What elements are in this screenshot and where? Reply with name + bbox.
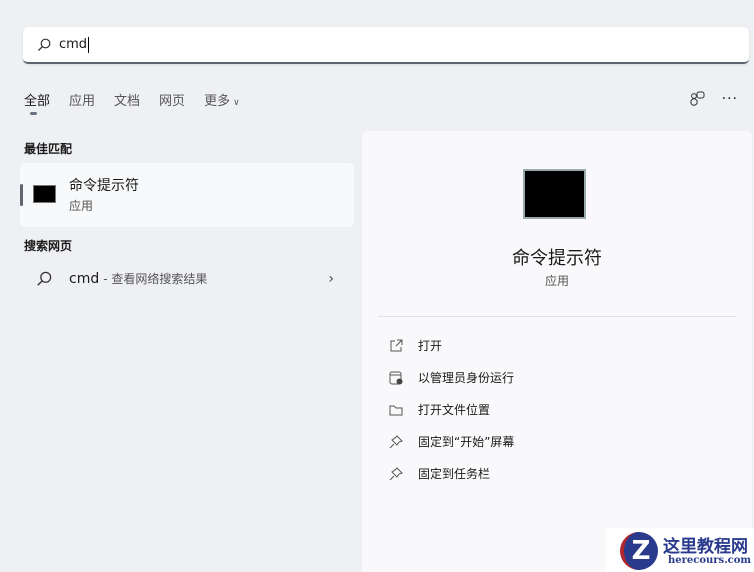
action-label: 以管理员身份运行	[418, 371, 515, 385]
best-match-heading: 最佳匹配	[24, 142, 73, 156]
search-icon	[38, 38, 51, 51]
more-options-icon[interactable]: ···	[722, 91, 738, 107]
pin-icon	[389, 466, 403, 480]
tab-apps[interactable]: 应用	[69, 90, 95, 109]
selection-indicator	[20, 184, 23, 206]
divider	[378, 316, 736, 317]
pin-icon	[389, 434, 403, 448]
watermark-url: herecours.com	[668, 555, 752, 566]
search-box[interactable]: cmd	[23, 27, 749, 64]
best-match-type: 应用	[69, 199, 94, 213]
action-label: 打开文件位置	[418, 403, 491, 417]
watermark-logo: Z 这里教程网 herecours.com	[606, 528, 754, 572]
open-icon	[390, 339, 403, 351]
command-prompt-large-icon	[523, 169, 586, 219]
filter-tabs: 全部 应用 文档 网页 更多 ∨	[24, 90, 259, 115]
detail-panel: 命令提示符 应用 打开 以管理员身份运行 打开文件位置 固定到“开始”屏幕 固定…	[362, 131, 752, 572]
detail-title: 命令提示符	[512, 248, 602, 269]
account-switch-icon[interactable]	[688, 90, 706, 108]
admin-shield-icon	[389, 371, 403, 384]
detail-type: 应用	[544, 274, 569, 288]
action-open[interactable]: 打开	[388, 337, 442, 354]
action-label: 固定到任务栏	[418, 467, 491, 481]
tab-web[interactable]: 网页	[159, 90, 185, 109]
chevron-down-icon: ∨	[233, 98, 240, 108]
web-search-item[interactable]: cmd - 查看网络搜索结果 ›	[36, 270, 336, 287]
tab-all[interactable]: 全部	[24, 90, 50, 115]
watermark-name: 这里教程网	[663, 537, 748, 557]
web-query: cmd	[69, 270, 100, 287]
action-label: 固定到“开始”屏幕	[418, 435, 515, 449]
folder-icon	[389, 405, 403, 415]
action-open-file-location[interactable]: 打开文件位置	[388, 401, 490, 418]
web-suffix: - 查看网络搜索结果	[103, 272, 208, 286]
command-prompt-icon	[33, 185, 56, 203]
search-icon	[37, 271, 52, 286]
tab-more[interactable]: 更多 ∨	[204, 90, 240, 109]
tab-documents[interactable]: 文档	[114, 90, 140, 109]
text-caret	[88, 36, 90, 53]
web-search-heading: 搜索网页	[24, 239, 73, 253]
search-input[interactable]: cmd	[59, 37, 87, 52]
tab-more-label: 更多	[204, 94, 231, 109]
chevron-right-icon: ›	[328, 270, 334, 287]
action-label: 打开	[418, 339, 443, 353]
watermark-letter: Z	[620, 532, 658, 570]
action-pin-to-start[interactable]: 固定到“开始”屏幕	[388, 433, 514, 450]
best-match-name: 命令提示符	[69, 178, 139, 194]
action-run-as-admin[interactable]: 以管理员身份运行	[388, 369, 514, 386]
action-pin-to-taskbar[interactable]: 固定到任务栏	[388, 465, 490, 482]
best-match-item[interactable]: 命令提示符 应用	[20, 163, 354, 227]
